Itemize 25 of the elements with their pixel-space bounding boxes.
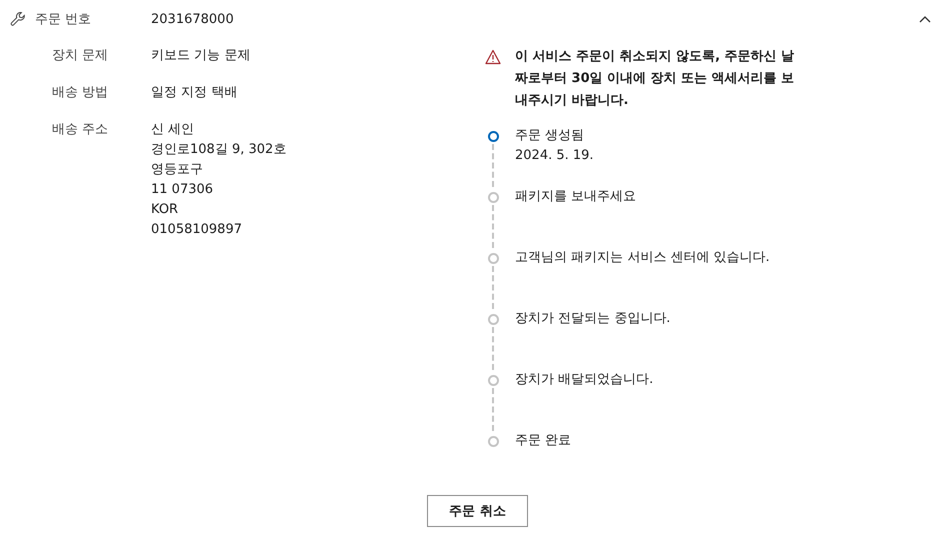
detail-value: 01058109897 bbox=[151, 221, 243, 239]
detail-value: KOR bbox=[151, 201, 180, 219]
detail-value: 경인로108길 9, 302호 bbox=[151, 141, 286, 159]
cancel-order-button[interactable]: 주문 취소 bbox=[427, 495, 528, 527]
step-date: 2024. 5. 19. bbox=[515, 147, 595, 165]
warning-message: 이 서비스 주문이 취소되지 않도록, 주문하신 날짜로부터 30일 이내에 장치 또는 액세서리를 보내주시기 바랍니다. bbox=[515, 48, 796, 110]
order-number-label: 주문 번호 bbox=[35, 11, 92, 28]
detail-value: 11 07306 bbox=[151, 181, 214, 199]
chevron-icon[interactable] bbox=[919, 15, 931, 23]
step-title: 패키지를 보내주세요 bbox=[515, 188, 638, 206]
wrench-icon bbox=[10, 11, 26, 27]
detail-value: 영등포구 bbox=[151, 161, 204, 179]
step-title: 주문 완료 bbox=[515, 432, 572, 450]
detail-value: 신 세인 bbox=[151, 121, 196, 139]
detail-value: 키보드 기능 문제 bbox=[151, 47, 250, 65]
warning-icon bbox=[485, 49, 501, 65]
step-title: 주문 생성됨 bbox=[515, 127, 586, 145]
step-title: 고객님의 패키지는 서비스 센터에 있습니다. bbox=[515, 249, 771, 267]
detail-label: 배송 방법 bbox=[52, 84, 110, 102]
step-title: 장치가 전달되는 중입니다. bbox=[515, 310, 672, 328]
detail-label: 배송 주소 bbox=[52, 121, 110, 139]
detail-label: 장치 문제 bbox=[52, 47, 110, 65]
step-title: 장치가 배달되었습니다. bbox=[515, 371, 654, 389]
order-number-value: 2031678000 bbox=[151, 12, 235, 26]
detail-value: 일정 지정 택배 bbox=[151, 84, 238, 102]
